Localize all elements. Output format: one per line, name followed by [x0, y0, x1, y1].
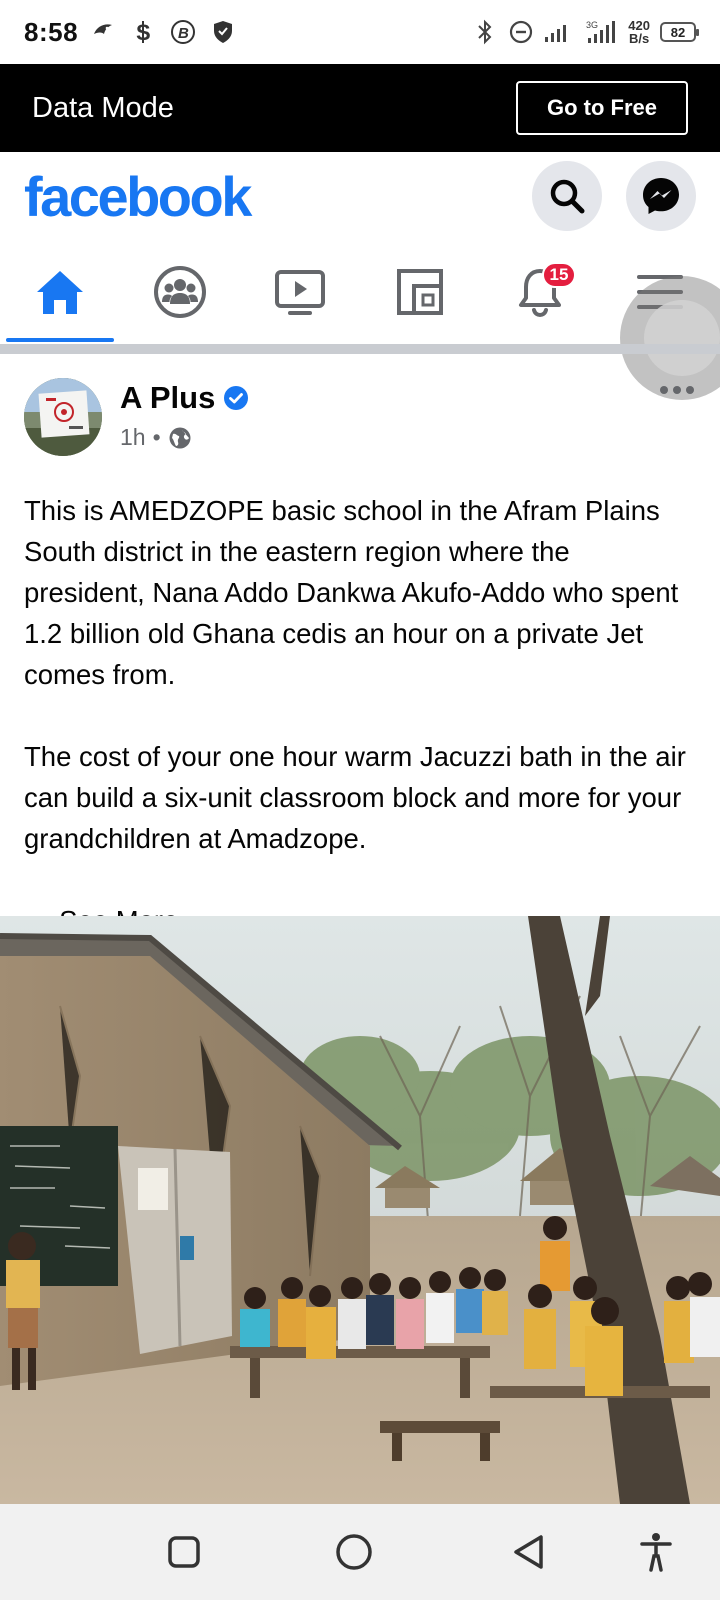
header-actions — [532, 161, 696, 231]
app-header: facebook — [0, 152, 720, 240]
recents-button[interactable] — [164, 1532, 204, 1572]
b-circle-icon: B — [170, 19, 196, 45]
pages-icon — [397, 269, 443, 315]
go-to-free-button[interactable]: Go to Free — [516, 81, 688, 135]
back-triangle-icon — [514, 1535, 543, 1569]
touch-indicator-core — [644, 300, 720, 376]
system-navigation-bar — [0, 1504, 720, 1600]
post-header: A Plus 1h • — [24, 378, 696, 458]
status-time: 8:58 — [24, 16, 79, 47]
author-name[interactable]: A Plus — [120, 380, 215, 416]
accessibility-icon — [640, 1533, 672, 1572]
verified-badge-icon — [224, 386, 249, 410]
bird-app-icon — [90, 19, 116, 45]
tab-groups[interactable] — [120, 240, 240, 344]
network-speed: 420 B/s — [628, 19, 650, 45]
network-type-label: 3G — [586, 20, 598, 30]
svg-text:B: B — [178, 25, 189, 42]
author-name-row: A Plus — [120, 380, 249, 416]
tab-bar-divider — [0, 344, 720, 354]
battery-level: 82 — [670, 24, 686, 40]
back-button[interactable] — [508, 1532, 548, 1572]
home-icon — [37, 271, 83, 314]
dollar-app-icon: S — [130, 19, 156, 45]
tab-notifications[interactable]: 15 — [480, 240, 600, 344]
signal-icon — [544, 19, 574, 45]
post-time[interactable]: 1h — [120, 424, 146, 451]
facebook-logo: facebook — [24, 164, 252, 228]
tab-watch[interactable] — [240, 240, 360, 344]
search-button[interactable] — [532, 161, 602, 231]
battery-icon: 82 — [660, 22, 699, 42]
home-circle-icon — [336, 1534, 372, 1570]
accessibility-button[interactable] — [636, 1532, 676, 1572]
signal-3g-icon: 3G — [584, 19, 618, 45]
network-speed-unit: B/s — [629, 31, 650, 46]
post-photo[interactable] — [0, 916, 720, 1504]
shield-icon — [210, 19, 236, 45]
globe-icon — [169, 427, 191, 448]
post-meta: 1h • — [120, 424, 192, 451]
status-notification-icons: S B — [90, 19, 236, 45]
home-system-button[interactable] — [334, 1532, 374, 1572]
notification-badge: 15 — [542, 262, 576, 288]
watch-video-icon — [275, 270, 325, 315]
post-options-icon[interactable] — [660, 386, 694, 394]
recents-square-icon — [168, 1536, 200, 1568]
post-paragraph: The cost of your one hour warm Jacuzzi b… — [24, 741, 686, 854]
tab-home[interactable] — [0, 240, 120, 344]
messenger-button[interactable] — [626, 161, 696, 231]
bluetooth-icon — [472, 19, 498, 45]
meta-separator: • — [152, 424, 161, 450]
tab-marketplace[interactable] — [360, 240, 480, 344]
search-icon — [550, 179, 585, 214]
author-avatar[interactable] — [24, 378, 102, 456]
main-tab-bar: 15 — [0, 240, 720, 344]
post-body: This is AMEDZOPE basic school in the Afr… — [24, 490, 696, 941]
messenger-icon — [643, 178, 679, 214]
status-system-icons: 3G 420 B/s 82 — [472, 19, 699, 45]
status-bar: 8:58 S B 3G 420 B/s 82 — [0, 0, 720, 64]
data-mode-banner: Data Mode Go to Free — [0, 64, 720, 152]
data-mode-title: Data Mode — [32, 91, 174, 124]
post-paragraph: This is AMEDZOPE basic school in the Afr… — [24, 495, 679, 690]
groups-icon — [154, 266, 206, 318]
do-not-disturb-icon — [508, 19, 534, 45]
